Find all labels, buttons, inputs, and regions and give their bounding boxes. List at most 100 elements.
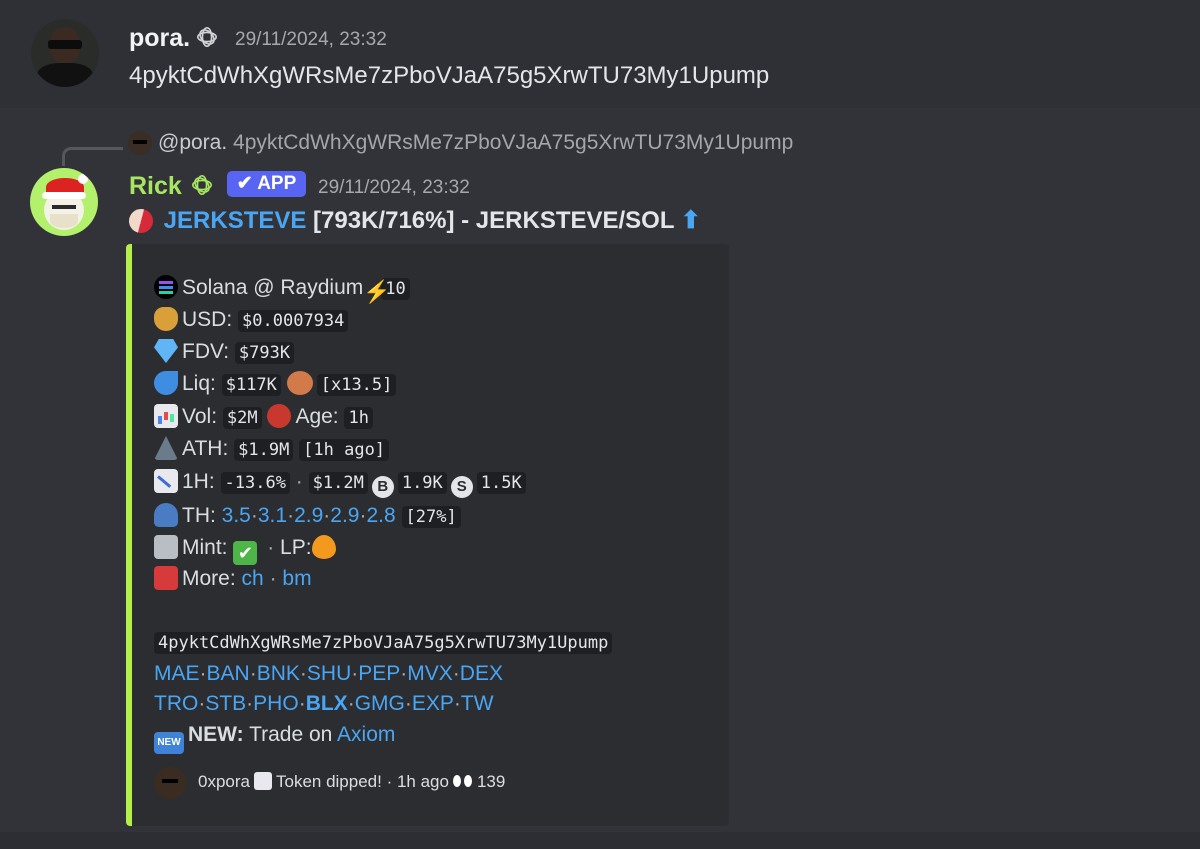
embed-new-line: NEW NEW: Trade on Axiom [154, 721, 395, 754]
sell-icon: S [450, 476, 473, 498]
liq-multiplier: [x13.5] [316, 374, 397, 396]
gem-icon [154, 339, 178, 363]
link-ban[interactable]: BAN [207, 662, 250, 685]
chain-label: Solana @ Raydium [182, 276, 364, 299]
axiom-link[interactable]: Axiom [337, 723, 395, 746]
toolbox-icon [154, 566, 178, 590]
holders-icon [154, 503, 178, 527]
nitro-badge-icon [197, 27, 217, 47]
reply-preview[interactable]: @pora. 4pyktCdWhXgWRsMe7zPboVJaA75g5XrwT… [158, 131, 793, 155]
link-mvx[interactable]: MVX [407, 662, 453, 685]
money-bag-icon [154, 307, 178, 331]
h1-change: -13.6% [220, 472, 290, 494]
th-link[interactable]: 3.1 [258, 504, 287, 527]
avatar-pora[interactable] [31, 19, 99, 87]
usd-label: USD: [182, 308, 233, 331]
embed-vol-line: Vol: $2M Age: 1h [154, 403, 373, 431]
embed-ath-line: ATH: $1.9M [1h ago] [154, 435, 390, 463]
contract-address[interactable]: 4pyktCdWhXgWRsMe7zPboVJaA75g5XrwTU73My1U… [154, 632, 613, 654]
bar-chart-icon [154, 404, 178, 428]
link-exp[interactable]: EXP [412, 692, 454, 715]
lightning-icon: ⚡ [363, 279, 391, 304]
embed-links-row2: TRO·STB·PHO·BLX·GMG·EXP·TW [154, 692, 494, 715]
embed-chain-line: Solana @ Raydium⚡10 [154, 274, 410, 304]
age-value: 1h [344, 407, 373, 429]
avatar-rick[interactable] [30, 168, 98, 236]
author-name-rick[interactable]: Rick [129, 172, 182, 201]
th-link[interactable]: 2.9 [330, 504, 359, 527]
embed-links-row1: MAE·BAN·BNK·SHU·PEP·MVX·DEX [154, 662, 503, 685]
ath-ago: [1h ago] [299, 439, 390, 461]
embed-mint-line: Mint: ✔ · LP: [154, 534, 340, 565]
footer-text: Token dipped! · 1h ago [275, 772, 449, 791]
app-badge: ✔ APP [227, 171, 306, 197]
nitro-badge-icon [192, 175, 212, 195]
embed-1h-line: 1H: -13.6% · $1.2M B 1.9K S 1.5K [154, 468, 526, 498]
usd-value: $0.0007934 [238, 310, 349, 332]
chart-down-icon [253, 772, 272, 790]
embed-holders-line: TH: 3.5·3.1·2.9·2.9·2.8 [27%] [154, 502, 461, 530]
embed-more-line: More: ch · bm [154, 565, 312, 593]
link-shu[interactable]: SHU [307, 662, 351, 685]
droplets-icon [154, 371, 178, 395]
link-pho[interactable]: PHO [253, 692, 299, 715]
lp-label: LP: [280, 536, 312, 559]
check-icon: ✔ [233, 541, 258, 565]
blowfish-icon [286, 371, 313, 395]
chart-down-icon [154, 469, 178, 493]
link-dex[interactable]: DEX [460, 662, 503, 685]
liq-label: Liq: [182, 372, 216, 395]
link-stb[interactable]: STB [205, 692, 246, 715]
author-name-pora[interactable]: pora. [129, 24, 190, 53]
reply-connector [62, 147, 123, 166]
new-badge-icon: NEW [154, 732, 184, 754]
up-arrow-icon: ⬆ [680, 207, 701, 234]
link-gmg[interactable]: GMG [355, 692, 405, 715]
reply-mention[interactable]: @pora. [158, 131, 227, 154]
more-label: More: [182, 567, 236, 590]
th-label: TH: [182, 504, 216, 527]
fdv-value: $793K [234, 342, 295, 364]
embed-liq-line: Liq: $117K [x13.5] [154, 370, 397, 398]
more-link-bm[interactable]: bm [282, 567, 311, 590]
mountain-icon [154, 436, 178, 460]
th-link[interactable]: 2.9 [294, 504, 323, 527]
embed-address-line: 4pyktCdWhXgWRsMe7zPboVJaA75g5XrwTU73My1U… [154, 628, 613, 656]
sell-value: 1.5K [476, 472, 526, 494]
h1-volume: $1.2M [308, 472, 368, 494]
footer-avatar [154, 766, 186, 799]
fire-icon [311, 535, 336, 559]
embed-footer: 0xpora Token dipped! · 1h ago 139 [154, 765, 505, 799]
link-mae[interactable]: MAE [154, 662, 200, 685]
ath-label: ATH: [182, 437, 229, 460]
age-label: Age: [295, 405, 339, 428]
vol-label: Vol: [182, 405, 218, 428]
new-text: Trade on [249, 723, 338, 746]
th-link[interactable]: 2.8 [366, 504, 395, 527]
th-link[interactable]: 3.5 [222, 504, 251, 527]
h1-label: 1H: [182, 470, 215, 493]
link-tw[interactable]: TW [461, 692, 494, 715]
link-bnk[interactable]: BNK [257, 662, 300, 685]
ath-value: $1.9M [234, 439, 294, 461]
link-tro[interactable]: TRO [154, 692, 198, 715]
link-blx[interactable]: BLX [306, 692, 348, 715]
footer-user: 0xpora [198, 772, 250, 791]
reply-snippet: 4pyktCdWhXgWRsMe7zPboVJaA75g5XrwTU73My1U… [233, 131, 794, 154]
timestamp-rick: 29/11/2024, 23:32 [318, 177, 470, 198]
printer-icon [154, 535, 178, 559]
link-pep[interactable]: PEP [358, 662, 400, 685]
bottom-bar [0, 832, 1200, 849]
message-pora [0, 0, 1200, 108]
footer-count: 139 [476, 772, 506, 791]
eyes-icon [452, 775, 473, 787]
token-title-rest: [793K/716%] - JERKSTEVE/SOL [306, 207, 681, 234]
new-label: NEW: [188, 723, 244, 746]
mint-label: Mint: [182, 536, 228, 559]
embed-usd-line: USD: $0.0007934 [154, 306, 349, 334]
token-link[interactable]: JERKSTEVE [164, 207, 307, 234]
th-total: [27%] [401, 506, 461, 528]
solana-icon [154, 275, 178, 299]
more-link-ch[interactable]: ch [242, 567, 264, 590]
message-content-pora: 4pyktCdWhXgWRsMe7zPboVJaA75g5XrwTU73My1U… [129, 62, 770, 89]
